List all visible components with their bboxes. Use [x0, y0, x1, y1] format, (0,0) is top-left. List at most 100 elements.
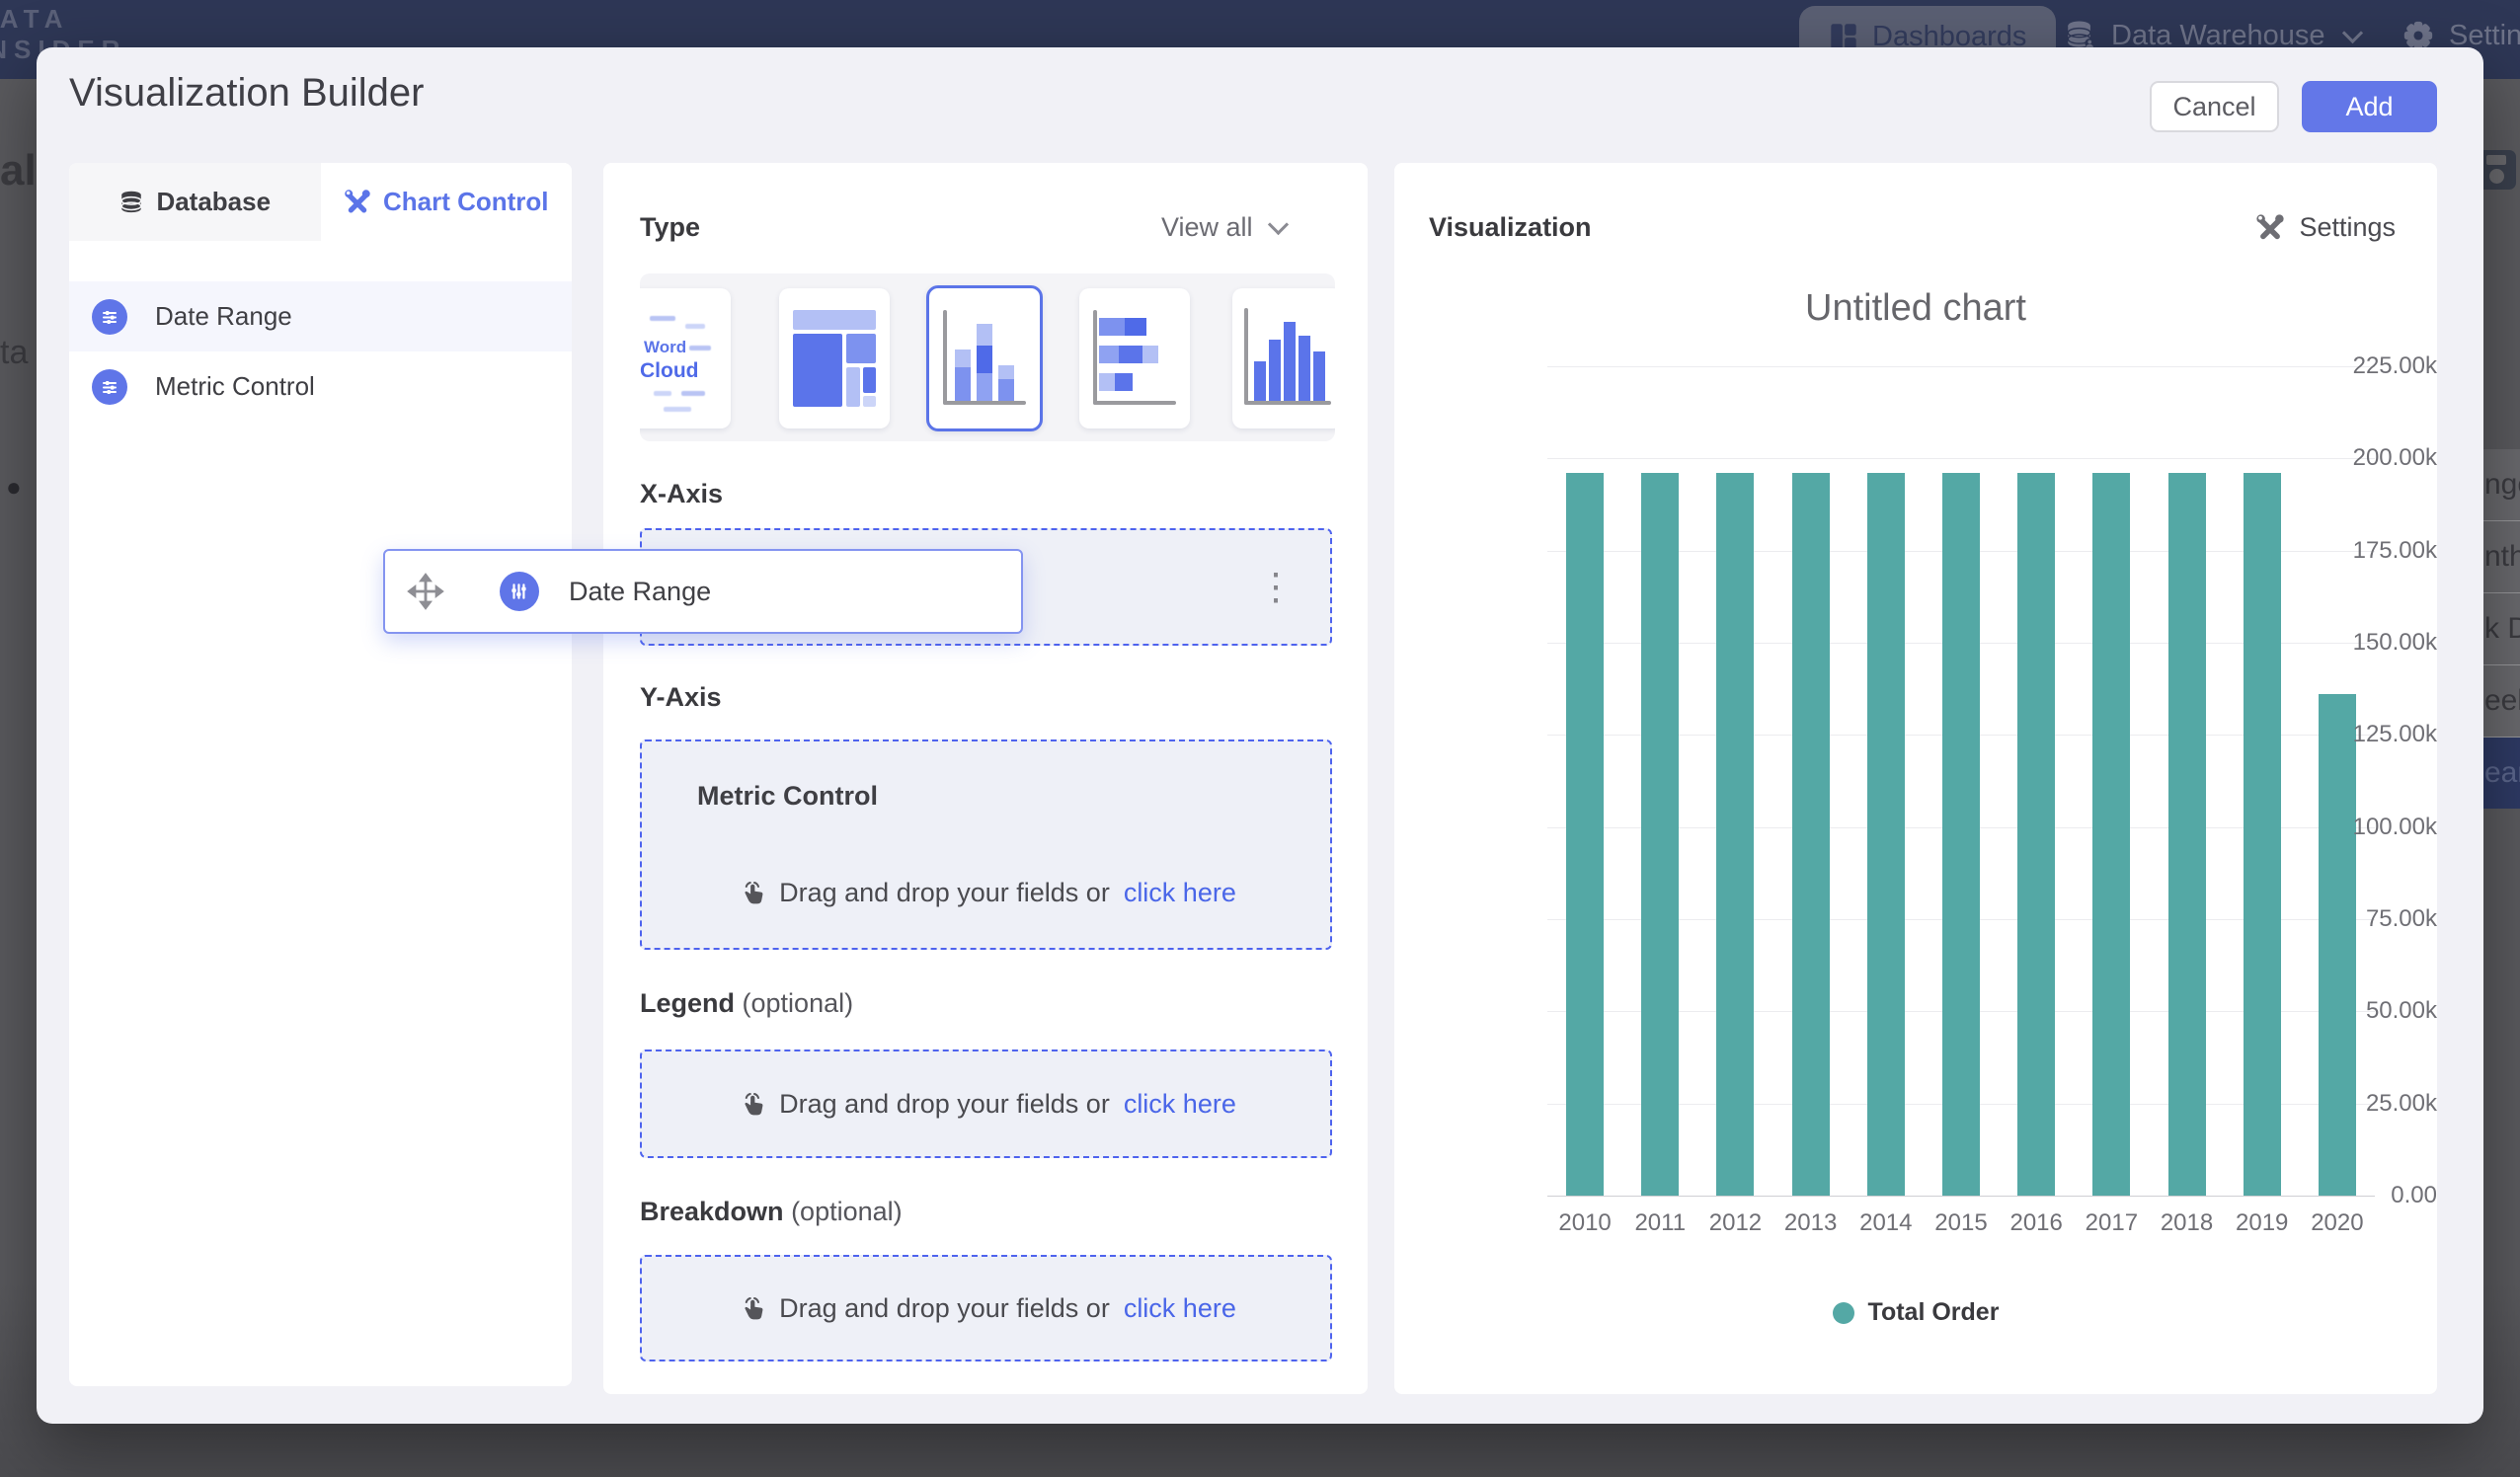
- tools-icon: [344, 189, 371, 216]
- chart-type-word-cloud[interactable]: Word Cloud: [640, 288, 731, 428]
- control-icon: [500, 572, 539, 611]
- menu-item[interactable]: nge: [2479, 449, 2520, 521]
- legend-dropzone[interactable]: Drag and drop your fields or click here: [640, 1049, 1332, 1158]
- breakdown-dropzone[interactable]: Drag and drop your fields or click here: [640, 1255, 1332, 1361]
- fields-panel: Database Chart Control: [69, 163, 572, 1386]
- breakdown-section-label: Breakdown (optional): [640, 1197, 903, 1227]
- control-icon: [92, 299, 127, 335]
- legend-dot: [1833, 1302, 1854, 1324]
- y-tick-label: 200.00k: [2299, 444, 2437, 472]
- chart-settings-button[interactable]: Settings: [2255, 212, 2396, 243]
- x-tick-label: 2017: [2074, 1209, 2149, 1237]
- screen: { "navbar": { "logo_line1": "DATA", "log…: [0, 0, 2520, 1477]
- breakdown-optional-label: (optional): [791, 1197, 903, 1226]
- tab-chart-control[interactable]: Chart Control: [321, 163, 573, 241]
- control-icon: [92, 369, 127, 405]
- chart-type-stacked-column-selected[interactable]: [926, 285, 1043, 431]
- word-cloud-word: Cloud: [640, 359, 698, 383]
- menu-item-selected[interactable]: ear: [2479, 738, 2520, 809]
- move-icon: [407, 573, 444, 610]
- bar-2017: [2092, 473, 2130, 1196]
- legend-optional-label: (optional): [743, 988, 854, 1018]
- drag-drop-text: Drag and drop your fields or: [779, 1089, 1110, 1120]
- drag-drop-hint: Drag and drop your fields or click here: [642, 878, 1330, 908]
- click-here-link[interactable]: click here: [1124, 878, 1236, 908]
- background-bullet: ●: [6, 472, 22, 503]
- x-tick-label: 2016: [1999, 1209, 2074, 1237]
- drag-drop-hint: Drag and drop your fields or click here: [642, 1089, 1330, 1120]
- visualization-label: Visualization: [1429, 212, 1592, 243]
- view-all-dropdown[interactable]: View all: [1161, 212, 1286, 243]
- gridline: [1547, 366, 2375, 367]
- chart-type-column[interactable]: [1232, 288, 1335, 428]
- modal-title: Visualization Builder: [69, 71, 424, 116]
- legend-section-label: Legend (optional): [640, 988, 853, 1019]
- x-tick-label: 2010: [1547, 1209, 1622, 1237]
- y-tick-label: 75.00k: [2299, 905, 2437, 933]
- gridline: [1547, 458, 2375, 459]
- add-button[interactable]: Add: [2302, 81, 2437, 132]
- cancel-button[interactable]: Cancel: [2150, 81, 2279, 132]
- y-tick-label: 150.00k: [2299, 629, 2437, 657]
- y-tick-label: 0.00: [2299, 1182, 2437, 1209]
- dragging-field-chip-date-range[interactable]: Date Range: [383, 549, 1023, 634]
- y-tick-label: 50.00k: [2299, 997, 2437, 1025]
- y-axis-group-label: Metric Control: [697, 781, 878, 812]
- y-tick-label: 25.00k: [2299, 1090, 2437, 1118]
- chart-legend[interactable]: Total Order: [1394, 1298, 2437, 1327]
- bar-2020: [2319, 694, 2356, 1196]
- x-tick-label: 2015: [1924, 1209, 1999, 1237]
- chart-type-horizontal-bar[interactable]: [1079, 288, 1190, 428]
- save-icon-detail: [2489, 169, 2504, 184]
- click-here-link[interactable]: click here: [1124, 1089, 1236, 1120]
- x-tick-label: 2011: [1622, 1209, 1697, 1237]
- drag-drop-text: Drag and drop your fields or: [779, 878, 1110, 908]
- chip-label: Date Range: [569, 577, 711, 607]
- x-tick-label: 2020: [2300, 1209, 2375, 1237]
- chart-settings-label: Settings: [2299, 212, 2396, 243]
- chevron-down-icon: [1267, 214, 1288, 235]
- background-dropdown-menu: nge nthly k Date eekly ear: [2479, 449, 2520, 809]
- word-cloud-word: Word: [644, 338, 686, 357]
- bar-2014: [1867, 473, 1905, 1196]
- chart-type-carousel: Word Cloud: [640, 273, 1335, 441]
- gridline: [1547, 1196, 2375, 1197]
- menu-item[interactable]: k Date: [2479, 593, 2520, 665]
- y-axis-dropzone[interactable]: Metric Control Drag and drop your fields…: [640, 739, 1332, 950]
- click-here-link[interactable]: click here: [1124, 1293, 1236, 1324]
- tab-database[interactable]: Database: [69, 163, 321, 241]
- y-tick-label: 225.00k: [2299, 352, 2437, 380]
- visualization-panel: Visualization Settings Untitled chart 20…: [1394, 163, 2437, 1394]
- x-axis-label: X-Axis: [640, 479, 723, 509]
- background-text-fragment: ta: [0, 334, 28, 372]
- fields-panel-tabs: Database Chart Control: [69, 163, 572, 241]
- visualization-builder-modal: Visualization Builder Cancel Add Databas…: [37, 47, 2483, 1424]
- view-all-label: View all: [1161, 212, 1253, 243]
- bar-2010: [1566, 473, 1604, 1196]
- click-hand-icon: [736, 1294, 765, 1324]
- y-tick-label: 125.00k: [2299, 721, 2437, 748]
- bar-2016: [2017, 473, 2055, 1196]
- chart-type-treemap[interactable]: [779, 288, 890, 428]
- field-item-label: Date Range: [155, 301, 292, 332]
- click-hand-icon: [736, 879, 765, 908]
- y-tick-label: 175.00k: [2299, 537, 2437, 565]
- save-icon-detail: [2486, 155, 2506, 165]
- menu-item[interactable]: nthly: [2479, 521, 2520, 593]
- tab-chart-control-label: Chart Control: [383, 187, 549, 217]
- drag-drop-text: Drag and drop your fields or: [779, 1293, 1110, 1324]
- plot-area: 2010201120122013201420152016201720182019…: [1547, 366, 2375, 1196]
- y-tick-label: 100.00k: [2299, 814, 2437, 841]
- chart-title: Untitled chart: [1394, 287, 2437, 330]
- bar-2015: [1942, 473, 1980, 1196]
- field-item-date-range[interactable]: Date Range: [69, 281, 572, 351]
- menu-item[interactable]: eekly: [2479, 665, 2520, 738]
- builder-panel: Type View all Word Cloud: [603, 163, 1368, 1394]
- kebab-menu-icon[interactable]: ⋮: [1257, 569, 1295, 606]
- y-axis-label: Y-Axis: [640, 682, 722, 713]
- tools-icon: [2255, 213, 2285, 243]
- x-tick-label: 2018: [2150, 1209, 2225, 1237]
- bar-2012: [1716, 473, 1754, 1196]
- field-item-metric-control[interactable]: Metric Control: [69, 351, 572, 422]
- tab-database-label: Database: [156, 187, 271, 217]
